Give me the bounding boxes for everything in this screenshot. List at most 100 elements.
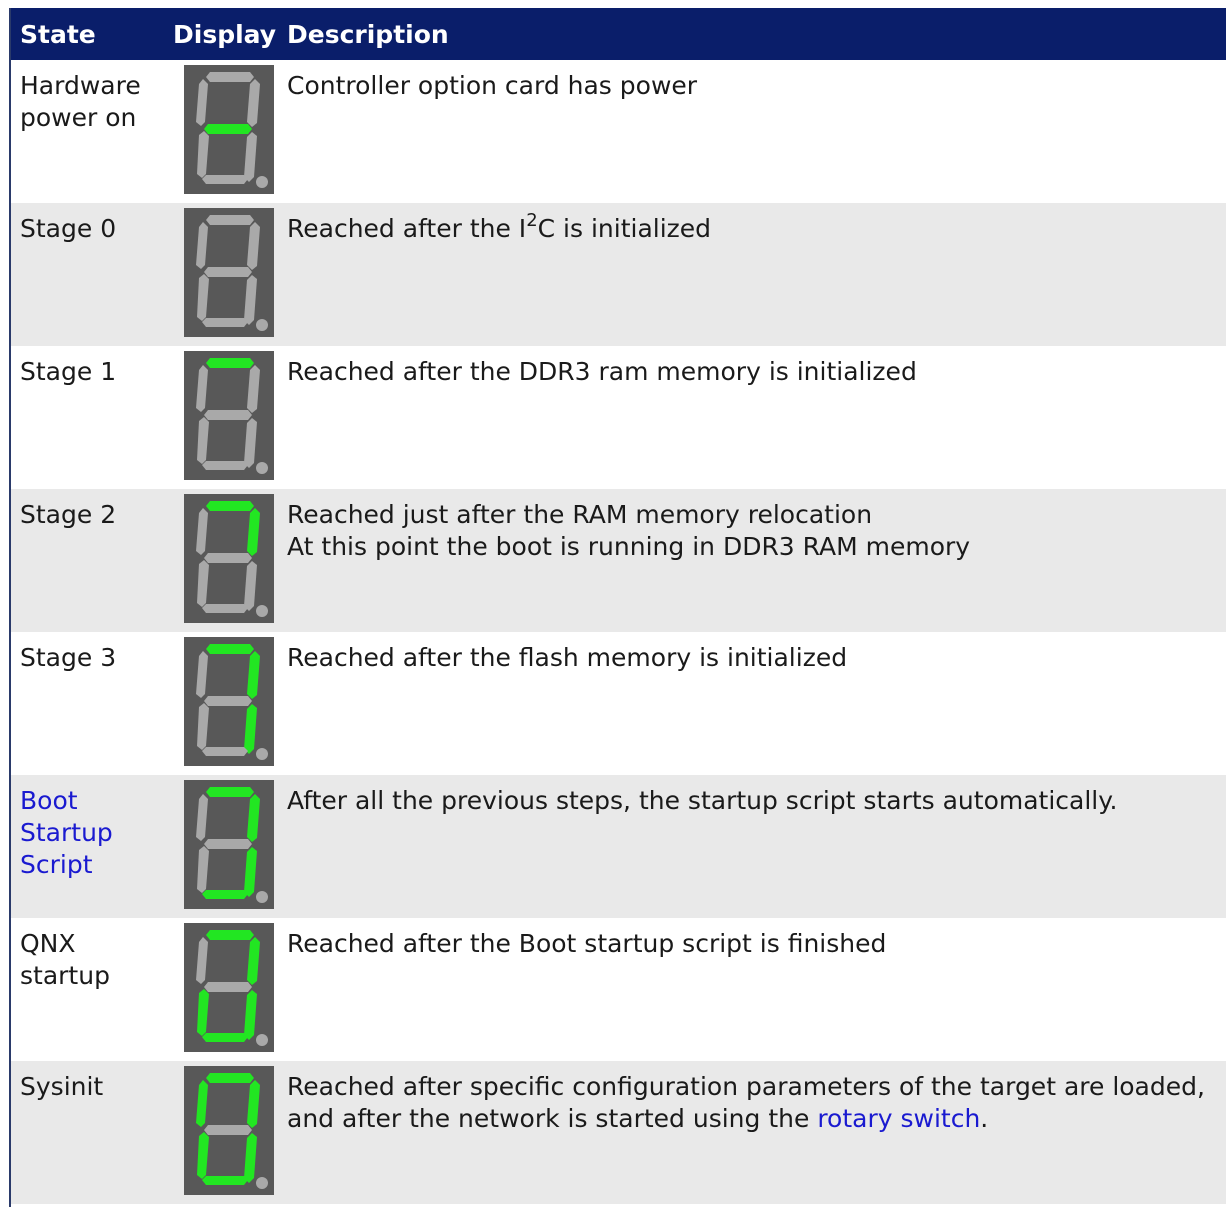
segment-g	[204, 982, 252, 992]
description-line: Reached after the flash memory is initia…	[287, 643, 848, 672]
segment-d	[202, 1033, 248, 1042]
state-cell: Sysinit	[20, 1072, 104, 1101]
segment-c	[244, 561, 257, 611]
state-cell: Stage 3	[20, 643, 117, 672]
rotary-switch-link[interactable]: rotary switch	[817, 1104, 980, 1133]
state-cell: Stage 2	[20, 500, 117, 529]
segment-e	[197, 274, 209, 321]
table-row: Stage 0 Reached after the I2C is initial…	[11, 203, 1226, 346]
boot-stages-table: State Display Description Hardware power…	[9, 8, 1226, 1207]
segment-b	[247, 1080, 260, 1128]
segment-a	[206, 644, 254, 654]
segment-g	[204, 553, 252, 563]
segment-b	[247, 651, 260, 699]
segment-d	[202, 747, 248, 756]
header-display: Display	[173, 19, 277, 49]
seven-segment-display-icon	[184, 351, 274, 480]
segment-f	[196, 651, 208, 698]
segment-g	[204, 124, 252, 134]
table-row: Boot Startup Script After all the previo…	[11, 775, 1226, 918]
table-row: Stage 1 Reached after the DDR3 ram memor…	[11, 346, 1226, 489]
display-cell	[172, 918, 287, 1052]
seven-segment-display-icon	[184, 780, 274, 909]
decimal-point	[256, 1034, 268, 1046]
description-cell: Reached after the Boot startup script is…	[287, 918, 1226, 960]
display-cell	[172, 60, 287, 194]
table-row: Sysinit Reached after specific configura…	[11, 1061, 1226, 1204]
segment-c	[244, 418, 257, 468]
decimal-point	[256, 891, 268, 903]
segment-d	[202, 890, 248, 899]
segment-d	[202, 1176, 248, 1185]
state-cell: QNX startup	[20, 929, 110, 990]
segment-c	[244, 275, 257, 325]
state-cell: Stage 1	[20, 357, 117, 386]
table-row: Hardware power on Controller option card…	[11, 60, 1226, 203]
segment-a	[206, 501, 254, 511]
decimal-point	[256, 319, 268, 331]
segment-b	[247, 794, 260, 842]
segment-g	[204, 410, 252, 420]
seven-segment-display-icon	[184, 208, 274, 337]
boot-startup-script-link[interactable]: Boot Startup Script	[11, 775, 172, 881]
segment-d	[202, 318, 248, 327]
table-row: Stage 2 Reached just after the RAM memor…	[11, 489, 1226, 632]
state-cell: Hardware power on	[20, 71, 141, 132]
segment-b	[247, 937, 260, 985]
segment-d	[202, 461, 248, 470]
segment-g	[204, 1125, 252, 1135]
segment-a	[206, 72, 254, 82]
description-cell: Controller option card has power	[287, 60, 1226, 102]
state-cell: Stage 0	[20, 214, 117, 243]
seven-segment-display-icon	[184, 637, 274, 766]
segment-b	[247, 222, 260, 270]
segment-a	[206, 1073, 254, 1083]
segment-g	[204, 696, 252, 706]
segment-f	[196, 508, 208, 555]
decimal-point	[256, 176, 268, 188]
display-cell	[172, 775, 287, 909]
table-row: Stage 3 Reached after the flash memory i…	[11, 632, 1226, 775]
segment-c	[244, 704, 257, 754]
header-state: State	[20, 19, 96, 49]
segment-e	[197, 560, 209, 607]
segment-b	[247, 79, 260, 127]
description-cell: Reached after specific configuration par…	[287, 1061, 1226, 1135]
display-cell	[172, 489, 287, 623]
segment-f	[196, 79, 208, 126]
description-cell: Reached just after the RAM memory reloca…	[287, 489, 1226, 563]
segment-a	[206, 930, 254, 940]
description-cell: After all the previous steps, the startu…	[287, 775, 1226, 817]
segment-f	[196, 222, 208, 269]
seven-segment-display-icon	[184, 1066, 274, 1195]
description-line: Reached just after the RAM memory reloca…	[287, 500, 873, 529]
display-cell	[172, 632, 287, 766]
segment-e	[197, 846, 209, 893]
decimal-point	[256, 605, 268, 617]
segment-g	[204, 267, 252, 277]
segment-g	[204, 839, 252, 849]
display-cell	[172, 346, 287, 480]
segment-a	[206, 358, 254, 368]
seven-segment-display-icon	[184, 494, 274, 623]
segment-e	[197, 989, 209, 1036]
segment-b	[247, 508, 260, 556]
description-line: At this point the boot is running in DDR…	[287, 532, 971, 561]
segment-e	[197, 1132, 209, 1179]
segment-e	[197, 703, 209, 750]
decimal-point	[256, 748, 268, 760]
description-line: and after the network is started using t…	[287, 1104, 989, 1133]
segment-e	[197, 131, 209, 178]
description-line: Reached after specific configuration par…	[287, 1072, 1205, 1101]
seven-segment-display-icon	[184, 923, 274, 1052]
header-description: Description	[287, 19, 449, 49]
display-cell	[172, 203, 287, 337]
description-line: Reached after the I2C is initialized	[287, 210, 712, 244]
segment-c	[244, 132, 257, 182]
segment-a	[206, 787, 254, 797]
segment-f	[196, 794, 208, 841]
segment-f	[196, 1080, 208, 1127]
display-cell	[172, 1061, 287, 1195]
segment-c	[244, 990, 257, 1040]
description-line: Controller option card has power	[287, 71, 698, 100]
